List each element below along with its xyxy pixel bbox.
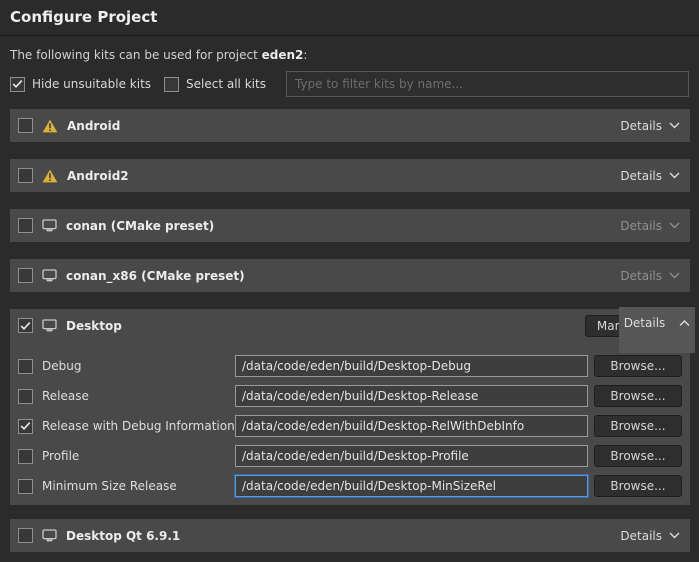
kit-row-conan-x86: conan_x86 (CMake preset) Details xyxy=(10,259,690,292)
kit-row-conan: conan (CMake preset) Details xyxy=(10,209,690,242)
config-left: Release xyxy=(18,389,235,404)
select-all-checkbox[interactable] xyxy=(164,77,179,92)
config-label: Minimum Size Release xyxy=(42,479,177,493)
details-label: Details xyxy=(620,119,662,133)
build-dir-input-minsizerel[interactable] xyxy=(235,475,588,497)
details-toggle-android2[interactable]: Details xyxy=(620,169,682,183)
build-dir-input-profile[interactable] xyxy=(235,445,588,467)
kit-name: Desktop xyxy=(66,319,122,333)
kit-checkbox-android2[interactable] xyxy=(18,168,33,183)
kit-row-android2: Android2 Details xyxy=(10,159,690,192)
select-all-group: Select all kits xyxy=(164,77,266,92)
hide-unsuitable-group: Hide unsuitable kits xyxy=(10,77,151,92)
config-left: Debug xyxy=(18,359,235,374)
browse-button-debug[interactable]: Browse... xyxy=(594,355,682,377)
kit-checkbox-conan[interactable] xyxy=(18,218,33,233)
chevron-down-icon xyxy=(669,222,680,229)
details-label: Details xyxy=(620,169,662,183)
kit-filter-input[interactable] xyxy=(286,71,689,97)
chevron-down-icon xyxy=(669,172,680,179)
kit-name: conan_x86 (CMake preset) xyxy=(66,269,245,283)
warning-icon xyxy=(42,119,58,133)
kit-filter-controls: Hide unsuitable kits Select all kits xyxy=(10,71,689,97)
kit-header-desktop: Desktop Manage... Details xyxy=(10,309,690,342)
config-label: Release xyxy=(42,389,89,403)
project-name: eden2 xyxy=(262,48,304,62)
kit-row-android: Android Details xyxy=(10,109,690,142)
warning-icon xyxy=(42,169,58,183)
config-left: Release with Debug Information xyxy=(18,419,235,434)
check-icon xyxy=(20,321,31,331)
build-dir-input-release[interactable] xyxy=(235,385,588,407)
hide-unsuitable-label: Hide unsuitable kits xyxy=(32,77,151,91)
browse-button-release[interactable]: Browse... xyxy=(594,385,682,407)
kit-name: Android xyxy=(67,119,120,133)
check-icon xyxy=(12,79,23,89)
subtitle-suffix: : xyxy=(303,48,307,62)
details-label: Details xyxy=(620,269,662,283)
kit-header-desktop-qt: Desktop Qt 6.9.1 Details xyxy=(10,519,690,552)
desktop-icon xyxy=(42,529,57,542)
details-label: Details xyxy=(620,529,662,543)
kit-checkbox-desktop[interactable] xyxy=(18,318,33,333)
kit-checkbox-conan-x86[interactable] xyxy=(18,268,33,283)
desktop-icon xyxy=(42,219,57,232)
config-row-debug: Debug Browse... xyxy=(18,355,682,377)
config-left: Minimum Size Release xyxy=(18,479,235,494)
browse-button-profile[interactable]: Browse... xyxy=(594,445,682,467)
kit-row-desktop-qt: Desktop Qt 6.9.1 Details xyxy=(10,519,690,552)
build-dir-input-relwithdebinfo[interactable] xyxy=(235,415,588,437)
details-toggle-conan-x86[interactable]: Details xyxy=(620,269,682,283)
kit-name: Android2 xyxy=(67,169,129,183)
chevron-down-icon xyxy=(669,532,680,539)
config-label: Debug xyxy=(42,359,81,373)
kit-header-conan-x86: conan_x86 (CMake preset) Details xyxy=(10,259,690,292)
details-toggle-conan[interactable]: Details xyxy=(620,219,682,233)
config-row-minsizerel: Minimum Size Release Browse... xyxy=(18,475,682,497)
config-label: Release with Debug Information xyxy=(42,419,235,433)
check-icon xyxy=(20,421,31,431)
chevron-down-icon xyxy=(669,272,680,279)
config-checkbox-release[interactable] xyxy=(18,389,33,404)
details-toggle-android[interactable]: Details xyxy=(620,119,682,133)
kit-name: Desktop Qt 6.9.1 xyxy=(66,529,180,543)
kit-header-android2: Android2 Details xyxy=(10,159,690,192)
details-toggle-desktop-qt[interactable]: Details xyxy=(620,529,682,543)
config-row-relwithdebinfo: Release with Debug Information Browse... xyxy=(18,415,682,437)
desktop-icon xyxy=(42,269,57,282)
build-dir-input-debug[interactable] xyxy=(235,355,588,377)
kit-checkbox-android[interactable] xyxy=(18,118,33,133)
kits-subtitle: The following kits can be used for proje… xyxy=(10,48,689,62)
kit-header-conan: conan (CMake preset) Details xyxy=(10,209,690,242)
select-all-label: Select all kits xyxy=(186,77,266,91)
subtitle-prefix: The following kits can be used for proje… xyxy=(10,48,262,62)
config-checkbox-minsizerel[interactable] xyxy=(18,479,33,494)
config-checkbox-relwithdebinfo[interactable] xyxy=(18,419,33,434)
chevron-down-icon xyxy=(669,122,680,129)
kit-checkbox-desktop-qt[interactable] xyxy=(18,528,33,543)
chevron-up-icon xyxy=(679,320,690,327)
config-label: Profile xyxy=(42,449,79,463)
config-row-profile: Profile Browse... xyxy=(18,445,682,467)
kit-list: Android Details Android2 Details conan (… xyxy=(10,109,690,552)
kit-row-desktop: Desktop Manage... Details Debug Browse..… xyxy=(10,309,690,505)
kit-name: conan (CMake preset) xyxy=(66,219,214,233)
browse-button-minsizerel[interactable]: Browse... xyxy=(594,475,682,497)
config-checkbox-profile[interactable] xyxy=(18,449,33,464)
kit-header-android: Android Details xyxy=(10,109,690,142)
details-toggle-desktop[interactable]: Details xyxy=(619,307,695,353)
hide-unsuitable-checkbox[interactable] xyxy=(10,77,25,92)
details-label: Details xyxy=(620,219,662,233)
browse-button-relwithdebinfo[interactable]: Browse... xyxy=(594,415,682,437)
config-left: Profile xyxy=(18,449,235,464)
config-row-release: Release Browse... xyxy=(18,385,682,407)
desktop-icon xyxy=(42,319,57,332)
details-label: Details xyxy=(624,316,666,330)
config-checkbox-debug[interactable] xyxy=(18,359,33,374)
page-title: Configure Project xyxy=(0,0,699,36)
